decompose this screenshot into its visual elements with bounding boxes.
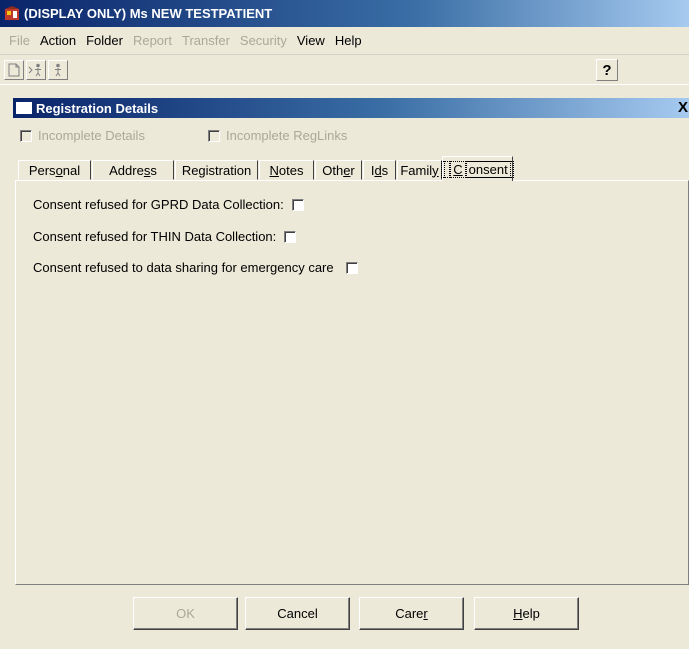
help-button[interactable]: Help bbox=[474, 597, 579, 630]
tab-personal[interactable]: Personal bbox=[18, 160, 91, 180]
emergency-consent-label: Consent refused to data sharing for emer… bbox=[33, 260, 334, 275]
context-help-button[interactable]: ? bbox=[596, 59, 618, 81]
incomplete-details-label: Incomplete Details bbox=[38, 128, 145, 143]
carer-button[interactable]: Carer bbox=[359, 597, 464, 630]
dialog-title: Registration Details bbox=[36, 100, 159, 116]
transfer-person-button[interactable] bbox=[26, 60, 46, 80]
tab-other[interactable]: Other bbox=[315, 160, 362, 180]
cancel-button[interactable]: Cancel bbox=[245, 597, 350, 630]
menu-file[interactable]: File bbox=[4, 31, 35, 50]
tab-notes[interactable]: Notes bbox=[259, 160, 314, 180]
help-icon: ? bbox=[602, 61, 612, 79]
new-document-icon bbox=[8, 63, 20, 77]
menu-action[interactable]: Action bbox=[35, 31, 81, 50]
window-titlebar[interactable]: (DISPLAY ONLY) Ms NEW TESTPATIENT bbox=[0, 0, 689, 27]
dialog-titlebar[interactable]: Registration Details bbox=[13, 98, 689, 118]
menu-folder[interactable]: Folder bbox=[81, 31, 128, 50]
tab-registration[interactable]: Registration bbox=[175, 160, 258, 180]
person-button[interactable] bbox=[48, 60, 68, 80]
menu-help[interactable]: Help bbox=[330, 31, 367, 50]
window-title: (DISPLAY ONLY) Ms NEW TESTPATIENT bbox=[24, 6, 273, 21]
emergency-consent-row: Consent refused to data sharing for emer… bbox=[33, 260, 364, 275]
tab-family[interactable]: Family bbox=[397, 160, 442, 180]
menu-report[interactable]: Report bbox=[128, 31, 177, 50]
thin-consent-label: Consent refused for THIN Data Collection… bbox=[33, 229, 277, 244]
incomplete-reglinks-checkbox[interactable]: Incomplete RegLinks bbox=[208, 128, 347, 143]
gprd-consent-row: Consent refused for GPRD Data Collection… bbox=[33, 197, 310, 212]
thin-consent-row: Consent refused for THIN Data Collection… bbox=[33, 229, 302, 244]
transfer-person-icon bbox=[28, 63, 41, 77]
menu-security[interactable]: Security bbox=[235, 31, 292, 50]
emergency-consent-checkbox[interactable] bbox=[345, 261, 358, 274]
close-icon[interactable]: X bbox=[677, 99, 689, 117]
menu-view[interactable]: View bbox=[292, 31, 330, 50]
incomplete-details-box[interactable] bbox=[20, 129, 32, 142]
menu-bar: File Action Folder Report Transfer Secur… bbox=[0, 27, 689, 55]
tab-address[interactable]: Address bbox=[92, 160, 174, 180]
incomplete-details-checkbox[interactable]: Incomplete Details bbox=[20, 128, 145, 143]
ok-button[interactable]: OK bbox=[133, 597, 238, 630]
incomplete-reglinks-box[interactable] bbox=[208, 129, 220, 142]
gprd-consent-label: Consent refused for GPRD Data Collection… bbox=[33, 197, 284, 212]
tab-consent[interactable]: Consent bbox=[441, 156, 514, 181]
dialog-icon bbox=[16, 102, 32, 114]
gprd-consent-checkbox[interactable] bbox=[291, 198, 304, 211]
button-bar: OK Cancel Carer Help bbox=[13, 585, 689, 649]
menu-transfer[interactable]: Transfer bbox=[177, 31, 235, 50]
tab-ids[interactable]: Ids bbox=[363, 160, 396, 180]
thin-consent-checkbox[interactable] bbox=[284, 230, 297, 243]
new-document-button[interactable] bbox=[4, 60, 24, 80]
person-icon bbox=[55, 63, 61, 77]
toolbar: ? bbox=[0, 55, 689, 85]
app-icon bbox=[4, 5, 20, 22]
incomplete-reglinks-label: Incomplete RegLinks bbox=[226, 128, 348, 143]
